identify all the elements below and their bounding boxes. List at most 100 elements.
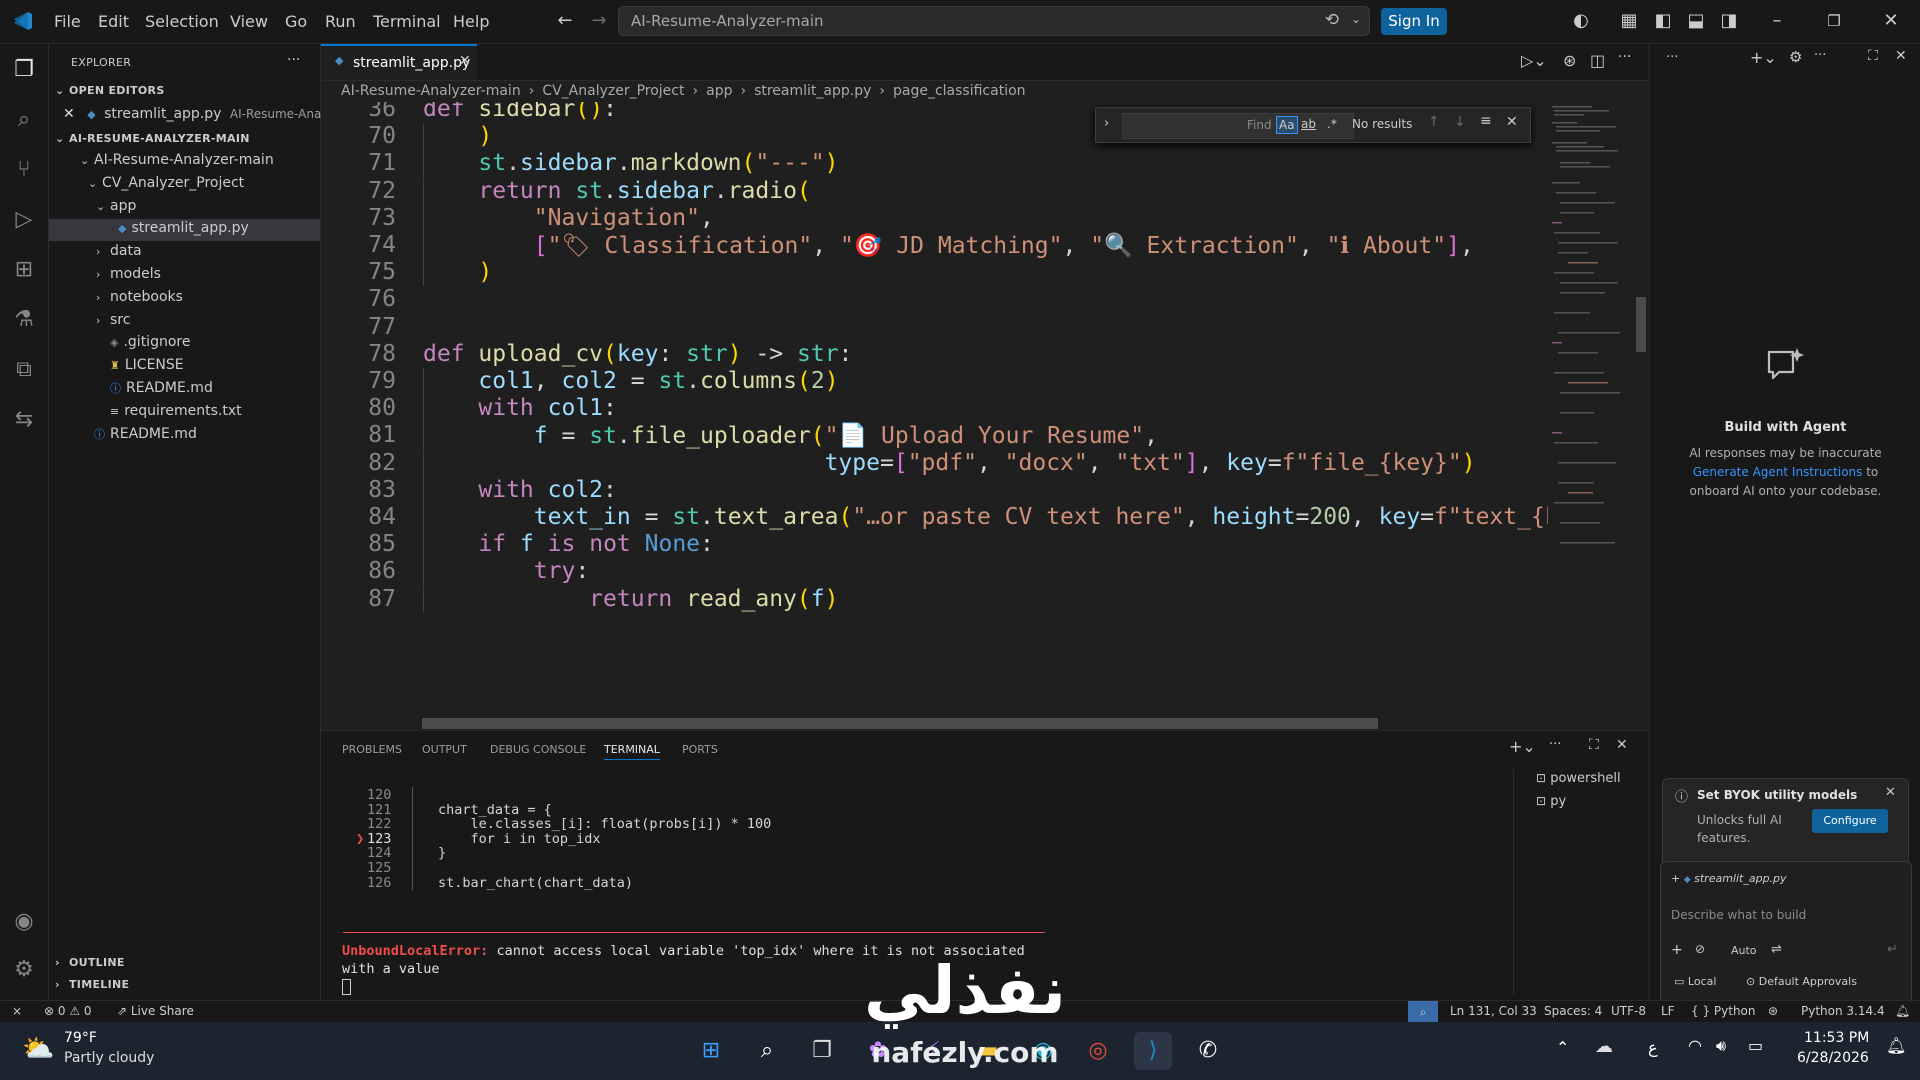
settings-gear-icon[interactable]: ⚙ [8,954,40,986]
clock-time[interactable]: 11:53 PM [1804,1030,1869,1046]
explorer-icon[interactable]: ❐ [8,54,40,86]
close-tab-icon[interactable]: ✕ [459,53,471,69]
open-editors-header[interactable]: ⌄ OPEN EDITORS [55,84,165,97]
cursor-position[interactable]: Ln 131, Col 33 [1450,1004,1537,1018]
tree-item[interactable]: ♜ LICENSE [96,357,184,373]
start-button-icon[interactable]: ⊞ [692,1032,730,1070]
tree-item[interactable]: ⓘ README.md [80,426,197,442]
menu-edit[interactable]: Edit [98,12,129,31]
code-line[interactable]: def sidebar(): [423,102,617,122]
tab-output[interactable]: OUTPUT [422,743,467,756]
menu-view[interactable]: View [230,12,268,31]
breadcrumb-item[interactable]: app [706,83,732,99]
extensions-icon[interactable]: ⊞ [8,254,40,286]
find-in-selection-icon[interactable]: ≡ [1480,113,1492,129]
notifications-icon[interactable]: 🔔︎ [1895,1004,1910,1018]
toggle-secondary-sidebar-icon[interactable]: ◨ [1718,10,1740,32]
notification-center-icon[interactable]: 🔔︎ [1886,1036,1906,1055]
timeline-header[interactable]: › TIMELINE [55,978,129,991]
problems-status[interactable]: ⊗ 0 ⚠ 0 [44,1004,92,1018]
menu-run[interactable]: Run [325,12,356,31]
weather-desc[interactable]: Partly cloudy [64,1050,154,1066]
add-context-icon[interactable]: + [1671,942,1683,958]
code-line[interactable]: type=["pdf", "docx", "txt"], key=f"file_… [423,450,1476,476]
code-line[interactable]: col1, col2 = st.columns(2) [423,368,838,394]
open-editor-item[interactable]: ✕ ◆ streamlit_app.py AI-Resume-Analyz... [63,106,349,122]
tools-icon[interactable]: ⊘ [1695,942,1705,956]
back-arrow-icon[interactable]: ← [554,10,576,32]
send-icon[interactable]: ↵ [1887,942,1898,957]
breadcrumb-item[interactable]: AI-Resume-Analyzer-main [341,83,521,99]
menu-selection[interactable]: Selection [145,12,219,31]
approvals-toggle[interactable]: ⊙ Default Approvals [1746,975,1857,988]
tree-item[interactable]: ◈ .gitignore [96,334,190,350]
chat-more-icon[interactable]: ··· [1666,50,1678,65]
code-line[interactable]: ) [423,123,492,149]
restore-icon[interactable]: ❐ [1823,10,1845,32]
forward-arrow-icon[interactable]: → [588,10,610,32]
tree-item[interactable]: ⓘ README.md [96,380,213,396]
remote-explorer-icon[interactable]: ⇆ [8,404,40,436]
whole-word-icon[interactable]: ab [1301,117,1316,131]
run-file-icon[interactable]: ▷⌄ [1521,51,1547,70]
account-icon[interactable]: ◉ [8,906,40,938]
breadcrumb-item[interactable]: CV_Analyzer_Project [542,83,684,99]
taskbar-search-icon[interactable]: ⌕ [748,1032,786,1070]
menu-file[interactable]: File [54,12,81,31]
tab-streamlit-app[interactable]: ◆ streamlit_app.py ✕ [321,44,477,80]
tree-item[interactable]: ≡ requirements.txt [96,403,242,419]
new-chat-icon[interactable]: +⌄ [1750,48,1777,67]
tree-item[interactable]: › data [96,243,142,259]
menu-go[interactable]: Go [285,12,307,31]
wifi-icon[interactable]: ◠ [1688,1036,1702,1055]
chevron-down-icon[interactable]: ⌄ [1351,12,1361,26]
find-input[interactable]: Find Aa ab .* [1122,113,1354,139]
editor-more-icon[interactable]: ··· [1618,49,1631,65]
tree-item[interactable]: › notebooks [96,289,183,305]
local-toggle[interactable]: ▭ Local [1674,975,1716,988]
toggle-replace-icon[interactable]: › [1104,116,1109,131]
tab-ports[interactable]: PORTS [682,743,718,756]
toggle-sidebar-icon[interactable]: ◧ [1652,10,1674,32]
copilot-status-icon[interactable]: ⊛ [1768,1004,1778,1018]
breadcrumb-item[interactable]: streamlit_app.py [754,83,871,99]
tab-debug-console[interactable]: DEBUG CONSOLE [490,743,586,756]
weather-icon[interactable]: ⛅ [22,1034,54,1064]
configure-button[interactable]: Configure [1812,809,1888,833]
tab-problems[interactable]: PROBLEMS [342,743,402,756]
tray-chevron-icon[interactable]: ⌃ [1556,1038,1569,1057]
toggle-panel-icon[interactable]: ⬓ [1685,10,1707,32]
chrome-browser-icon[interactable]: ◎ [1079,1032,1117,1070]
code-line[interactable]: st.sidebar.markdown("---") [423,150,838,176]
python-icon[interactable]: ⧉ [8,354,40,386]
weather-temp[interactable]: 79°F [64,1030,97,1046]
chat-settings-icon[interactable]: ⚙ [1789,48,1802,66]
close-editor-icon[interactable]: ✕ [63,106,75,122]
whatsapp-icon[interactable]: ✆ [1189,1032,1227,1070]
task-view-icon[interactable]: ❐ [803,1032,841,1070]
match-case-icon[interactable]: Aa [1276,116,1298,134]
maximize-chat-icon[interactable]: ⛶ [1868,48,1878,64]
remote-icon[interactable]: ⨯ [12,1004,22,1018]
code-line[interactable]: if f is not None: [423,531,714,557]
volume-icon[interactable]: 🔊︎ [1716,1036,1726,1056]
testing-icon[interactable]: ⚗ [8,304,40,336]
run-debug-icon[interactable]: ▷ [8,204,40,236]
search-icon[interactable]: ⌕ [8,104,40,136]
accounts-icon[interactable]: ◐ [1570,10,1592,32]
chat-input[interactable]: Describe what to build [1671,908,1806,922]
tree-item[interactable]: › src [96,312,130,328]
code-line[interactable]: with col2: [423,477,617,503]
code-line[interactable]: "Navigation", [423,205,714,231]
source-control-icon[interactable]: ⑂ [8,154,40,186]
code-line[interactable]: text_in = st.text_area("…or paste CV tex… [423,504,1628,530]
indentation[interactable]: Spaces: 4 [1544,1004,1602,1018]
code-editor[interactable]: 36 def sidebar(): 70 ) 71 st.sidebar.markdo… [321,102,1633,728]
input-language[interactable]: ع [1648,1038,1658,1057]
tree-item[interactable]: ⌄ CV_Analyzer_Project [88,175,244,191]
next-match-icon[interactable]: ↓ [1454,114,1466,130]
sign-in-button[interactable]: Sign In [1381,8,1447,35]
code-line[interactable]: return read_any(f) [423,586,838,612]
maximize-panel-icon[interactable]: ⛶ [1589,737,1599,753]
close-window-icon[interactable]: ✕ [1880,10,1902,32]
